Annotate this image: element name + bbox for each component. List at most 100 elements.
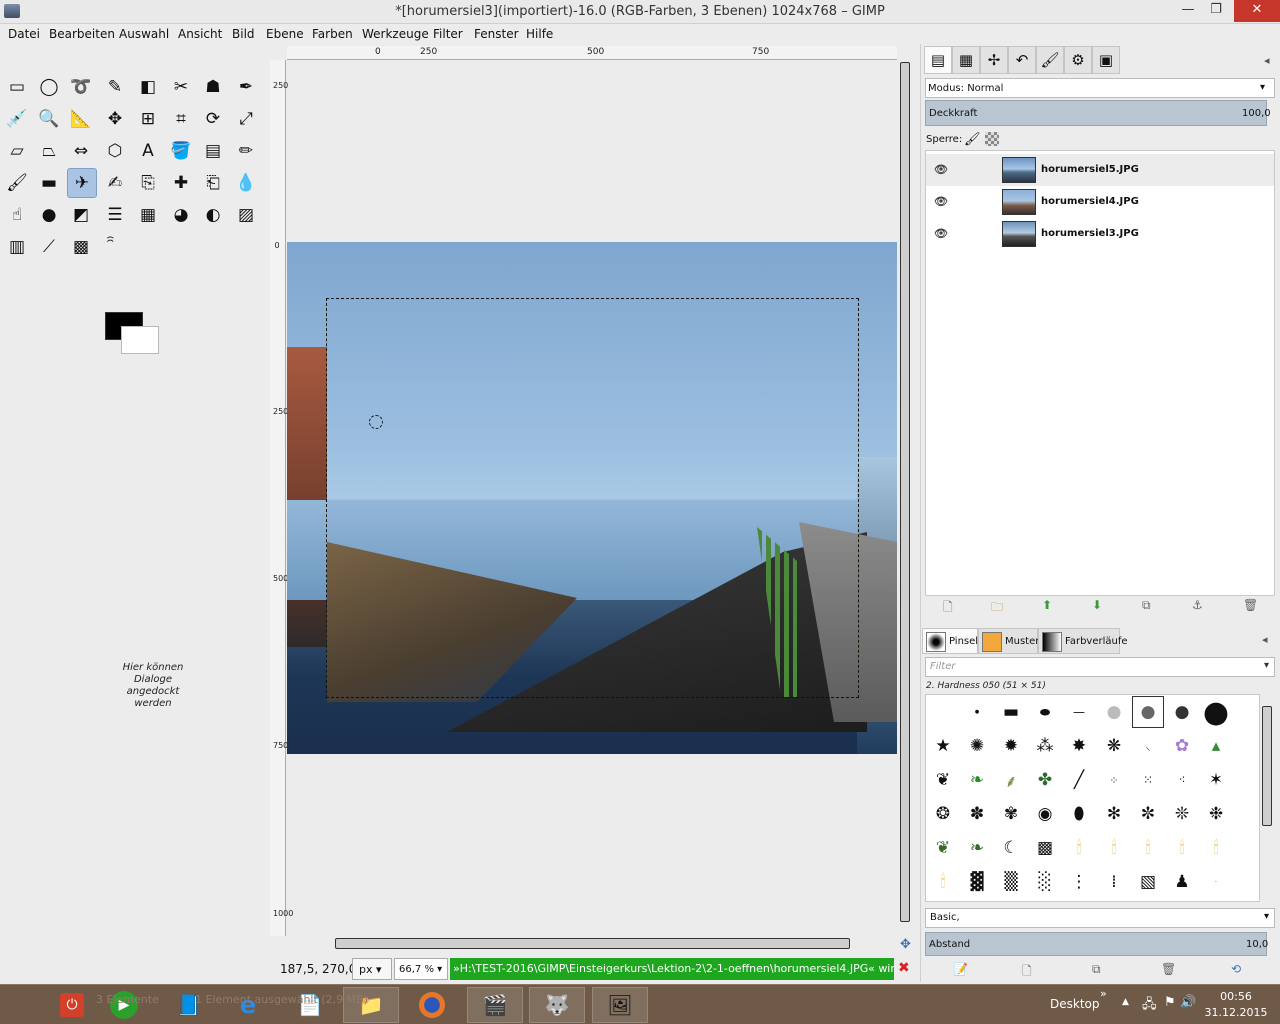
paths-tab-icon[interactable]: ✢ bbox=[980, 46, 1008, 74]
close-button[interactable]: ✕ bbox=[1234, 0, 1280, 22]
lock-alpha-icon[interactable] bbox=[985, 132, 999, 146]
brush-item[interactable]: ♟ bbox=[1166, 866, 1198, 898]
device-status-tab-icon[interactable]: ▣ bbox=[1092, 46, 1120, 74]
brush-item[interactable]: ✸ bbox=[1063, 730, 1095, 762]
menu-farben[interactable]: Farben bbox=[312, 27, 353, 41]
brush-item[interactable]: 🕯 bbox=[1098, 832, 1130, 864]
brush-item[interactable]: ● bbox=[1098, 696, 1130, 728]
brush-item[interactable]: ░ bbox=[1029, 866, 1061, 898]
perspective-clone-icon[interactable]: ⎗ bbox=[198, 168, 228, 198]
duplicate-layer-icon[interactable]: ⧉ bbox=[1142, 598, 1151, 613]
opacity-slider[interactable]: Deckkraft 100,0 bbox=[925, 100, 1271, 126]
mode-select[interactable]: Modus: Normal ▾ bbox=[925, 78, 1275, 98]
lasso-select-icon[interactable]: ➰ bbox=[66, 72, 96, 102]
brush-item[interactable]: ⁙ bbox=[1132, 764, 1164, 796]
levels-icon[interactable]: ▥ bbox=[2, 232, 32, 262]
cancel-icon[interactable]: ✖ bbox=[898, 960, 910, 976]
visibility-eye-icon[interactable]: 👁 bbox=[934, 163, 948, 176]
brush-item[interactable]: ⸙ bbox=[995, 764, 1027, 796]
brush-item[interactable]: 🕯 bbox=[1063, 832, 1095, 864]
lock-pixels-icon[interactable]: 🖌 bbox=[964, 132, 981, 147]
anchor-layer-icon[interactable]: ⚓ bbox=[1192, 598, 1203, 612]
brush-item[interactable]: ╱ bbox=[1063, 764, 1095, 796]
brush-scrollbar[interactable] bbox=[1260, 694, 1274, 902]
brush-item[interactable]: ✽ bbox=[961, 798, 993, 830]
brush-tab-icon[interactable]: 🖌 bbox=[1036, 46, 1064, 74]
menu-bearbeiten[interactable]: Bearbeiten bbox=[49, 27, 115, 41]
duplicate-brush-icon[interactable]: ⧉ bbox=[1092, 962, 1101, 977]
volume-icon[interactable]: 🔊 bbox=[1180, 995, 1196, 1010]
brush-item[interactable]: ⁖ bbox=[1166, 764, 1198, 796]
brush-item[interactable]: ⸜ bbox=[1132, 730, 1164, 762]
menu-filter[interactable]: Filter bbox=[433, 27, 463, 41]
dock-menu-icon[interactable]: ◂ bbox=[1264, 54, 1270, 67]
raise-layer-icon[interactable]: ⬆ bbox=[1042, 598, 1052, 612]
tab-muster[interactable]: Muster bbox=[978, 628, 1039, 654]
new-layer-icon[interactable]: 🗋 bbox=[943, 598, 953, 619]
brush-item[interactable]: — bbox=[1063, 696, 1095, 728]
colorize-icon[interactable]: ◕ bbox=[166, 200, 196, 230]
brush-scroll-thumb[interactable] bbox=[1262, 706, 1272, 826]
crop-tool-icon[interactable]: ⌗ bbox=[166, 104, 196, 134]
scissors-select-icon[interactable]: ✂ bbox=[166, 72, 196, 102]
brush-item[interactable]: ✿ bbox=[1166, 730, 1198, 762]
visibility-eye-icon[interactable]: 👁 bbox=[934, 227, 948, 240]
delete-brush-icon[interactable]: 🗑 bbox=[1161, 962, 1176, 976]
brush-item[interactable]: ✺ bbox=[961, 730, 993, 762]
brush-item[interactable]: ⁘ bbox=[1098, 764, 1130, 796]
brush-dock-menu-icon[interactable]: ◂ bbox=[1262, 633, 1268, 646]
scale-tool-icon[interactable]: ⤢ bbox=[231, 104, 261, 134]
toolbar-chevron[interactable]: » bbox=[1100, 987, 1107, 1000]
smudge-tool-icon[interactable]: ☝ bbox=[2, 200, 32, 230]
brush-item[interactable]: ▴ bbox=[1200, 730, 1232, 762]
brush-item[interactable]: ❉ bbox=[1200, 798, 1232, 830]
airbrush-tool-icon[interactable]: ✈ bbox=[67, 168, 97, 198]
zoom-select[interactable]: 66,7 % ▾ bbox=[394, 958, 448, 980]
curves-icon[interactable]: ⟋ bbox=[34, 232, 64, 262]
color-balance-icon[interactable]: ☰ bbox=[100, 200, 130, 230]
unit-select[interactable]: px ▾ bbox=[352, 958, 392, 980]
brush-item[interactable]: ✹ bbox=[995, 730, 1027, 762]
gimp-taskbar-icon[interactable]: 🐺 bbox=[529, 987, 585, 1023]
restore-button[interactable]: ❐ bbox=[1196, 0, 1236, 22]
perspective-tool-icon[interactable]: ⏢ bbox=[34, 136, 64, 166]
layer-row[interactable]: 👁 horumersiel3.JPG bbox=[926, 218, 1274, 250]
brush-item[interactable]: ● bbox=[1200, 695, 1232, 730]
brush-item[interactable]: 🕯 bbox=[1132, 832, 1164, 864]
brush-item[interactable]: ⁞ bbox=[1098, 866, 1130, 898]
brush-item[interactable]: ✼ bbox=[1132, 798, 1164, 830]
gradient-tool-icon[interactable]: ▤ bbox=[198, 136, 228, 166]
spacing-slider[interactable]: Abstand 10,0 bbox=[925, 932, 1268, 956]
cage-transform-icon[interactable]: ⬡ bbox=[100, 136, 130, 166]
menu-werkzeuge[interactable]: Werkzeuge bbox=[362, 27, 429, 41]
brush-item[interactable]: ✤ bbox=[1029, 764, 1061, 796]
gegl-operation-icon[interactable]: ꩰ bbox=[100, 232, 130, 262]
ink-tool-icon[interactable]: ✍ bbox=[100, 168, 130, 198]
ellipse-select-icon[interactable]: ◯ bbox=[34, 72, 64, 102]
menu-ebene[interactable]: Ebene bbox=[266, 27, 304, 41]
brush-filter-input[interactable]: Filter ▾ bbox=[925, 657, 1275, 677]
brush-item[interactable]: ● bbox=[1166, 696, 1198, 728]
brush-item[interactable]: ▓ bbox=[961, 866, 993, 898]
lower-layer-icon[interactable]: ⬇ bbox=[1092, 598, 1102, 612]
align-tool-icon[interactable]: ⊞ bbox=[133, 104, 163, 134]
desktop-toolbar-label[interactable]: Desktop bbox=[1050, 997, 1100, 1011]
menu-datei[interactable]: Datei bbox=[8, 27, 40, 41]
brush-preset-select[interactable]: Basic, ▾ bbox=[925, 908, 1275, 928]
undo-tab-icon[interactable]: ↶ bbox=[1008, 46, 1036, 74]
measure-tool-icon[interactable]: 📐 bbox=[66, 104, 96, 134]
firefox-icon[interactable] bbox=[404, 987, 460, 1023]
network-icon[interactable]: 🖧 bbox=[1142, 995, 1157, 1017]
brush-item[interactable]: ● bbox=[961, 696, 993, 728]
text-tool-icon[interactable]: A bbox=[133, 136, 163, 166]
menu-fenster[interactable]: Fenster bbox=[474, 27, 519, 41]
video-editor-icon[interactable]: 🎬 bbox=[467, 987, 523, 1023]
visibility-eye-icon[interactable]: 👁 bbox=[934, 195, 948, 208]
fuzzy-select-icon[interactable]: ✎ bbox=[100, 72, 130, 102]
taskbar-clock[interactable]: 00:56 31.12.2015 bbox=[1198, 989, 1274, 1021]
horizontal-scroll-thumb[interactable] bbox=[335, 938, 850, 949]
brush-item[interactable]: ★ bbox=[927, 730, 959, 762]
background-color-swatch[interactable] bbox=[121, 326, 159, 354]
menu-bild[interactable]: Bild bbox=[232, 27, 255, 41]
color-picker-icon[interactable]: 💉 bbox=[2, 104, 32, 134]
